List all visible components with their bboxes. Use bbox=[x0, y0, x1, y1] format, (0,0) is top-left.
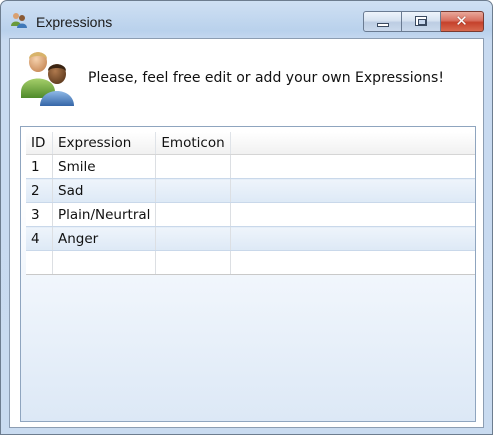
column-header-emoticon[interactable]: Emoticon bbox=[155, 132, 232, 155]
window-title: Expressions bbox=[36, 14, 113, 30]
cell-id[interactable]: 3 bbox=[26, 202, 53, 227]
maximize-button[interactable] bbox=[402, 11, 441, 32]
cell-id[interactable]: 1 bbox=[26, 154, 53, 179]
column-header-id[interactable]: ID bbox=[26, 132, 53, 155]
column-header-filler bbox=[230, 132, 475, 155]
cell-expression[interactable]: Sad bbox=[52, 178, 157, 203]
expressions-window: Expressions ✕ Please, feel free edit or … bbox=[0, 0, 493, 435]
cell-filler bbox=[230, 250, 475, 275]
table-row[interactable]: 3 Plain/Neurtral bbox=[26, 202, 475, 227]
cell-filler bbox=[230, 154, 475, 179]
expressions-grid[interactable]: ID Expression Emoticon 1 Smile 2 Sad 3 P… bbox=[20, 126, 476, 422]
new-cell-expression[interactable] bbox=[52, 250, 157, 275]
cell-expression[interactable]: Smile bbox=[52, 154, 157, 179]
cell-id[interactable]: 4 bbox=[26, 226, 53, 251]
new-row[interactable] bbox=[26, 250, 475, 275]
grid-header-row: ID Expression Emoticon bbox=[26, 132, 475, 155]
cell-filler bbox=[230, 178, 475, 203]
table-row[interactable]: 4 Anger bbox=[26, 226, 475, 251]
cell-emoticon[interactable] bbox=[155, 178, 232, 203]
users-icon bbox=[21, 52, 74, 106]
cell-expression[interactable]: Plain/Neurtral bbox=[52, 202, 157, 227]
cell-filler bbox=[230, 202, 475, 227]
cell-emoticon[interactable] bbox=[155, 226, 232, 251]
new-cell-emoticon[interactable] bbox=[155, 250, 232, 275]
minimize-icon bbox=[377, 23, 389, 27]
expressions-table: ID Expression Emoticon 1 Smile 2 Sad 3 P… bbox=[26, 132, 475, 275]
header-message: Please, feel free edit or add your own E… bbox=[88, 70, 444, 86]
close-icon: ✕ bbox=[455, 12, 468, 30]
cell-id[interactable]: 2 bbox=[26, 178, 53, 203]
close-button[interactable]: ✕ bbox=[441, 11, 484, 32]
maximize-icon bbox=[415, 16, 427, 26]
people-icon bbox=[11, 13, 27, 28]
title-bar[interactable]: Expressions ✕ bbox=[1, 1, 492, 37]
minimize-button[interactable] bbox=[363, 11, 402, 32]
client-area: Please, feel free edit or add your own E… bbox=[9, 38, 484, 428]
table-row[interactable]: 1 Smile bbox=[26, 154, 475, 179]
cell-emoticon[interactable] bbox=[155, 154, 232, 179]
new-cell-id[interactable] bbox=[26, 250, 53, 275]
cell-expression[interactable]: Anger bbox=[52, 226, 157, 251]
table-row[interactable]: 2 Sad bbox=[26, 178, 475, 203]
column-header-expression[interactable]: Expression bbox=[52, 132, 157, 155]
cell-filler bbox=[230, 226, 475, 251]
cell-emoticon[interactable] bbox=[155, 202, 232, 227]
